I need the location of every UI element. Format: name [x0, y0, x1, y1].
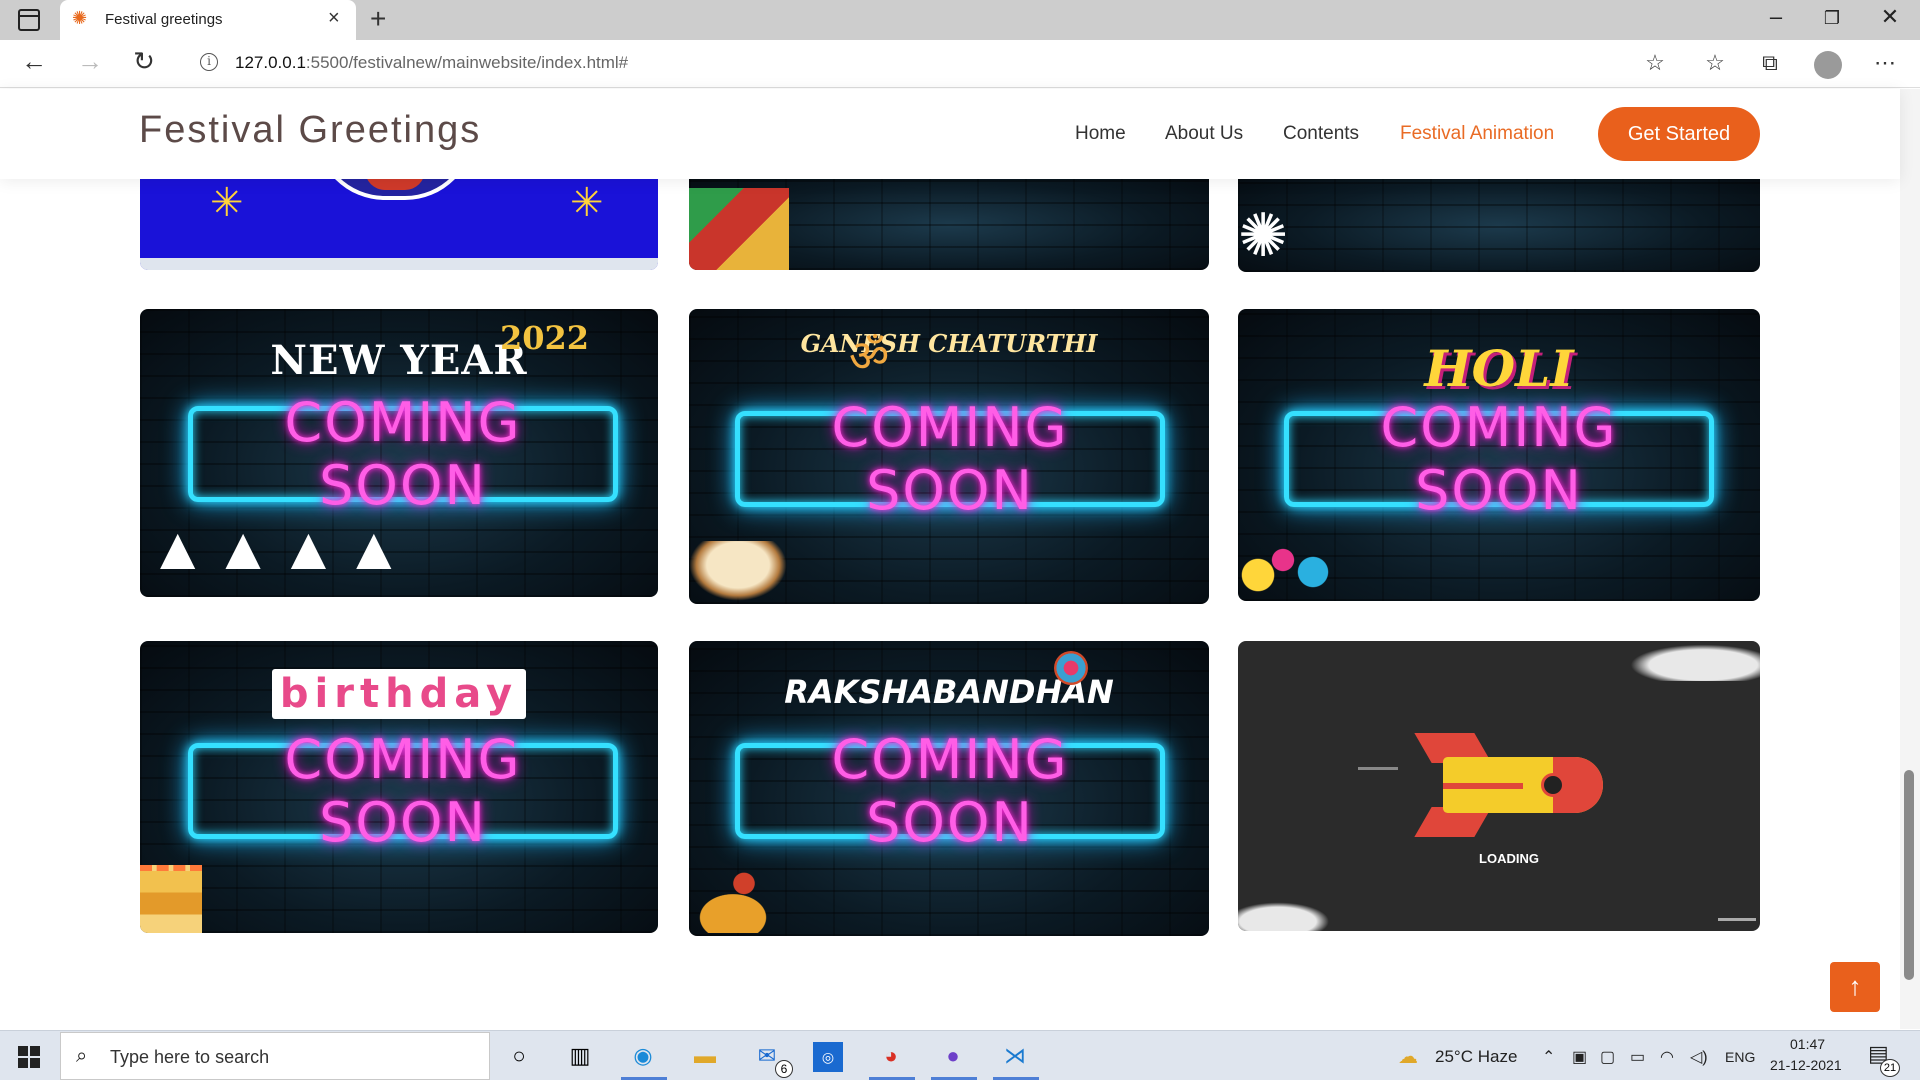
- site-info-icon[interactable]: i: [200, 53, 218, 71]
- firework-icon: ✳: [210, 181, 244, 225]
- new-tab-icon[interactable]: +: [370, 3, 386, 35]
- task-view-icon[interactable]: ▥: [563, 1040, 597, 1074]
- birthday-cake-icon: [140, 865, 202, 933]
- meet-now-icon[interactable]: ▣: [1572, 1047, 1587, 1067]
- coming-soon-text: COMING SOON: [284, 728, 522, 854]
- card-title: GANESH CHATURTHI: [800, 329, 1098, 358]
- favorites-icon[interactable]: ☆: [1700, 50, 1730, 76]
- neon-frame: COMING SOON: [188, 391, 618, 517]
- card-title: birthday: [140, 669, 658, 719]
- loading-text: LOADING: [1479, 851, 1539, 866]
- coming-soon-text: COMING SOON: [1380, 396, 1618, 522]
- profile-avatar[interactable]: [1814, 51, 1842, 79]
- card-rakshabandhan[interactable]: RAKSHABANDHAN COMING SOON: [689, 641, 1209, 936]
- back-icon[interactable]: ←: [16, 46, 52, 77]
- edge-browser-icon[interactable]: ◉: [626, 1040, 660, 1074]
- add-favorite-icon[interactable]: ☆: [1640, 50, 1670, 76]
- get-started-button[interactable]: Get Started: [1598, 107, 1760, 161]
- windows-taskbar: ⌕ Type here to search ○ ▥ ◉ ▬ ✉ 6 ◎ ◕ ● …: [0, 1030, 1920, 1080]
- scroll-to-top-button[interactable]: ↑: [1830, 962, 1880, 1012]
- more-menu-icon[interactable]: ⋯: [1870, 50, 1900, 76]
- site-logo[interactable]: Festival Greetings: [139, 109, 481, 152]
- weather-text[interactable]: 25°C Haze: [1435, 1047, 1517, 1067]
- neon-frame: COMING SOON: [735, 396, 1165, 522]
- nav-home[interactable]: Home: [1075, 123, 1126, 145]
- mini-taskbar-graphic: [140, 258, 658, 270]
- dell-app-icon[interactable]: ◎: [813, 1042, 843, 1072]
- year-badge: 2022: [500, 319, 590, 357]
- collections-icon[interactable]: ⧉: [1755, 50, 1785, 76]
- cortana-icon[interactable]: ○: [502, 1040, 536, 1074]
- neon-frame: COMING SOON: [1284, 396, 1714, 522]
- rocket-icon: [1414, 733, 1603, 837]
- firework-icon: ✳: [570, 181, 604, 225]
- browser-tabbar: ✺ Festival greetings × + – ❐ ✕: [0, 0, 1920, 40]
- clock-time[interactable]: 01:47: [1790, 1036, 1825, 1052]
- neon-frame: COMING SOON: [188, 728, 618, 854]
- card-title: HOLI: [1424, 339, 1574, 398]
- coming-soon-text: COMING SOON: [831, 396, 1069, 522]
- festival-favicon-icon: ✺: [72, 8, 88, 28]
- site-header: Festival Greetings Home About Us Content…: [0, 89, 1900, 179]
- card-title: RAKSHABANDHAN: [784, 673, 1114, 711]
- nav-about-us[interactable]: About Us: [1165, 123, 1243, 145]
- spiderweb-icon: ✺: [1238, 202, 1289, 269]
- card-ganesh-chaturthi[interactable]: GANESH CHATURTHI ॐ COMING SOON: [689, 309, 1209, 604]
- scrollbar-thumb[interactable]: [1904, 770, 1914, 980]
- card-holi[interactable]: HOLI COMING SOON: [1238, 309, 1760, 601]
- card-loading[interactable]: LOADING: [1238, 641, 1760, 931]
- christmas-trees-icon: ▲▲▲▲: [148, 515, 410, 582]
- clock-date[interactable]: 21-12-2021: [1770, 1057, 1842, 1073]
- coming-soon-text: COMING SOON: [284, 391, 522, 517]
- search-icon: ⌕: [76, 1045, 88, 1067]
- nav-contents[interactable]: Contents: [1283, 123, 1359, 145]
- show-hidden-icons[interactable]: ⌃: [1542, 1047, 1555, 1067]
- language-indicator[interactable]: ENG: [1725, 1049, 1755, 1065]
- forward-icon[interactable]: →: [72, 46, 108, 77]
- rakhi-icon: [1054, 651, 1088, 685]
- coming-soon-text: COMING SOON: [831, 728, 1069, 854]
- battery-icon[interactable]: ▭: [1630, 1047, 1645, 1067]
- nav-festival-animation[interactable]: Festival Animation: [1400, 123, 1554, 145]
- volume-icon[interactable]: ◁): [1690, 1047, 1708, 1067]
- notification-badge: 21: [1880, 1059, 1900, 1077]
- cloud-icon: [1238, 899, 1338, 931]
- gift-boxes-icon: [689, 188, 789, 270]
- url-text[interactable]: 127.0.0.1:5500/festivalnew/mainwebsite/i…: [235, 53, 628, 73]
- chrome-icon[interactable]: ◕: [874, 1040, 908, 1074]
- card-top-3[interactable]: ✺: [1238, 170, 1760, 272]
- rakhi-plate-icon: [689, 871, 799, 933]
- taskbar-search-placeholder[interactable]: Type here to search: [110, 1047, 269, 1068]
- windows-start-icon[interactable]: [18, 1046, 40, 1068]
- github-desktop-icon[interactable]: ●: [936, 1040, 970, 1074]
- card-top-2[interactable]: [689, 170, 1209, 270]
- card-top-1[interactable]: ✳ ✳: [140, 170, 658, 270]
- wifi-icon[interactable]: ◠: [1660, 1047, 1674, 1067]
- neon-frame: COMING SOON: [735, 728, 1165, 854]
- ganesha-icon: ॐ: [849, 332, 890, 381]
- card-new-year[interactable]: NEW YEAR 2022 COMING SOON ▲▲▲▲: [140, 309, 658, 597]
- progress-line: [1718, 918, 1756, 921]
- minimize-icon[interactable]: –: [1756, 4, 1796, 30]
- color-splash-icon: [1238, 539, 1338, 599]
- cloud-icon: [1618, 641, 1760, 681]
- browser-toolbar: ← → ↻ i 127.0.0.1:5500/festivalnew/mainw…: [0, 40, 1920, 88]
- speed-line: [1358, 767, 1398, 770]
- weather-icon[interactable]: ☁: [1398, 1044, 1418, 1069]
- mail-badge: 6: [775, 1060, 793, 1078]
- refresh-icon[interactable]: ↻: [126, 46, 162, 77]
- card-birthday[interactable]: birthday COMING SOON: [140, 641, 658, 933]
- tab-actions-icon[interactable]: [18, 9, 40, 31]
- vscode-icon[interactable]: ⋊: [998, 1040, 1032, 1074]
- close-window-icon[interactable]: ✕: [1870, 4, 1910, 30]
- tab-title: Festival greetings: [105, 11, 223, 28]
- file-explorer-icon[interactable]: ▬: [688, 1040, 722, 1074]
- restore-icon[interactable]: ❐: [1812, 8, 1852, 29]
- defender-icon[interactable]: ▢: [1600, 1047, 1615, 1067]
- close-tab-icon[interactable]: ×: [328, 7, 340, 30]
- modak-sweets-icon: [689, 541, 787, 601]
